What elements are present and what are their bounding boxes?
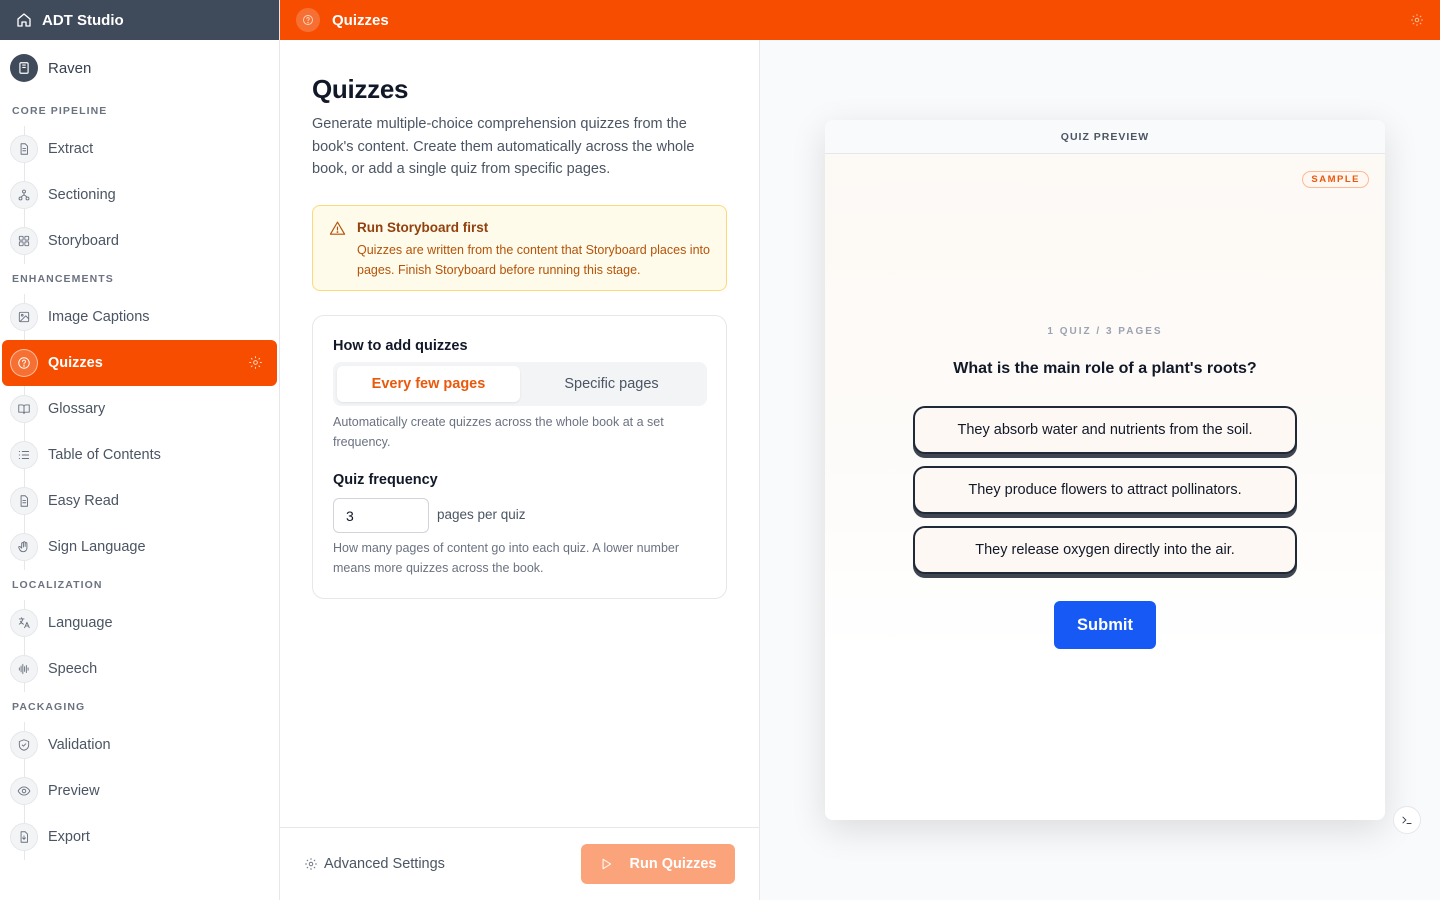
sidebar-item-preview[interactable]: Preview [0,768,279,814]
sidebar-item-export[interactable]: Export [0,814,279,860]
quiz-meta: 1 QUIZ / 3 PAGES [1047,326,1163,337]
warning-icon [329,220,346,237]
sidebar-item-table-of-contents[interactable]: Table of Contents [0,432,279,478]
warning-banner: Run Storyboard first Quizzes are written… [312,205,727,291]
mode-toggle: Every few pages Specific pages [333,362,707,406]
app-title: ADT Studio [42,11,124,29]
sidebar-item-label: Language [48,615,113,631]
section-label: LOCALIZATION [12,579,103,591]
sidebar-item-label: Extract [48,141,94,157]
hand-icon [10,533,38,561]
shield-check-icon [10,731,38,759]
file-export-icon [10,823,38,851]
sidebar-item-quizzes[interactable]: Quizzes [2,340,277,386]
gear-icon [305,858,317,870]
gear-icon[interactable] [248,355,263,370]
translate-icon [10,609,38,637]
option-specific-pages[interactable]: Specific pages [520,366,703,402]
hierarchy-icon [10,181,38,209]
audio-wave-icon [10,655,38,683]
book-icon [19,62,29,74]
preview-body: SAMPLE 1 QUIZ / 3 PAGES What is the main… [825,154,1385,820]
sidebar-item-sign-language[interactable]: Sign Language [0,524,279,570]
sidebar-item-validation[interactable]: Validation [0,722,279,768]
section-label: CORE PIPELINE [12,105,108,117]
sidebar-item-label: Image Captions [48,309,150,325]
advanced-settings-label: Advanced Settings [324,856,445,872]
panel-footer: Advanced Settings Run Quizzes [280,827,759,900]
play-icon [603,858,612,870]
book-avatar [10,54,38,82]
answer-option[interactable]: They produce flowers to attract pollinat… [913,466,1297,514]
document-icon [10,135,38,163]
app-brand[interactable]: ADT Studio [0,0,279,40]
sidebar-item-label: Storyboard [48,233,119,249]
sidebar-item-glossary[interactable]: Glossary [0,386,279,432]
home-icon [17,13,31,27]
sidebar-item-label: Preview [48,783,100,799]
sidebar-item-label: Speech [48,661,98,677]
quiz-question: What is the main role of a plant's roots… [953,360,1257,377]
mode-title: How to add quizzes [333,338,468,354]
sidebar-item-extract[interactable]: Extract [0,126,279,172]
sidebar-item-image-captions[interactable]: Image Captions [0,294,279,340]
frequency-help-text: How many pages of content go into each q… [333,541,680,575]
frequency-label: Quiz frequency [333,472,438,488]
quiz-mode-card: How to add quizzes Every few pages Speci… [312,315,727,599]
book-selector[interactable]: Raven [0,40,279,96]
preview-header: QUIZ PREVIEW [825,120,1385,154]
sidebar-item-label: Sectioning [48,187,116,203]
sidebar-item-easy-read[interactable]: Easy Read [0,478,279,524]
gear-icon[interactable] [1410,13,1424,27]
document-icon [10,487,38,515]
eye-icon [10,777,38,805]
warning-title: Run Storyboard first [357,220,489,235]
sample-badge: SAMPLE [1302,171,1369,188]
sidebar-item-label: Export [48,829,90,845]
sidebar-item-label: Glossary [48,401,106,417]
quiz-preview-card: QUIZ PREVIEW SAMPLE 1 QUIZ / 3 PAGES Wha… [825,120,1385,820]
question-circle-icon [296,8,320,32]
settings-panel: Quizzes Generate multiple-choice compreh… [280,40,760,900]
answer-option[interactable]: They release oxygen directly into the ai… [913,526,1297,574]
frequency-input[interactable] [333,498,429,533]
sidebar-item-speech[interactable]: Speech [0,646,279,692]
page-description: Generate multiple-choice comprehension q… [312,116,695,177]
section-label: PACKAGING [12,701,86,713]
sidebar-item-sectioning[interactable]: Sectioning [0,172,279,218]
question-circle-icon [10,349,38,377]
pipeline-nav: CORE PIPELINE Extract Sectioning Storyboard… [0,96,279,860]
terminal-toggle-button[interactable] [1393,806,1421,834]
grid-icon [10,227,38,255]
frequency-unit: pages per quiz [437,507,526,522]
mode-help-text: Automatically create quizzes across the … [333,415,664,449]
page-title: Quizzes [312,74,409,104]
sidebar-item-label: Quizzes [48,355,103,371]
sidebar: ADT Studio Raven CORE PIPELINE Extract Sec… [0,0,280,900]
sidebar-item-label: Validation [48,737,111,753]
stage-title: Quizzes [332,11,389,29]
advanced-settings-button[interactable]: Advanced Settings [304,856,445,872]
book-name: Raven [48,59,92,77]
sidebar-item-label: Sign Language [48,539,146,555]
image-icon [10,303,38,331]
sidebar-item-label: Easy Read [48,493,119,509]
list-icon [10,441,38,469]
stage-header: Quizzes [280,0,1440,40]
section-label: ENHANCEMENTS [12,273,114,285]
preview-area: QUIZ PREVIEW SAMPLE 1 QUIZ / 3 PAGES Wha… [760,40,1440,900]
warning-text: Quizzes are written from the content tha… [357,243,710,277]
run-quizzes-label: Run Quizzes [629,856,717,872]
terminal-icon [1402,816,1412,824]
book-open-icon [10,395,38,423]
submit-button[interactable]: Submit [1054,601,1156,649]
sidebar-item-label: Table of Contents [48,447,161,463]
sidebar-item-language[interactable]: Language [0,600,279,646]
sidebar-item-storyboard[interactable]: Storyboard [0,218,279,264]
run-quizzes-button[interactable]: Run Quizzes [581,844,735,884]
option-every-few-pages[interactable]: Every few pages [337,366,520,402]
answer-option[interactable]: They absorb water and nutrients from the… [913,406,1297,454]
